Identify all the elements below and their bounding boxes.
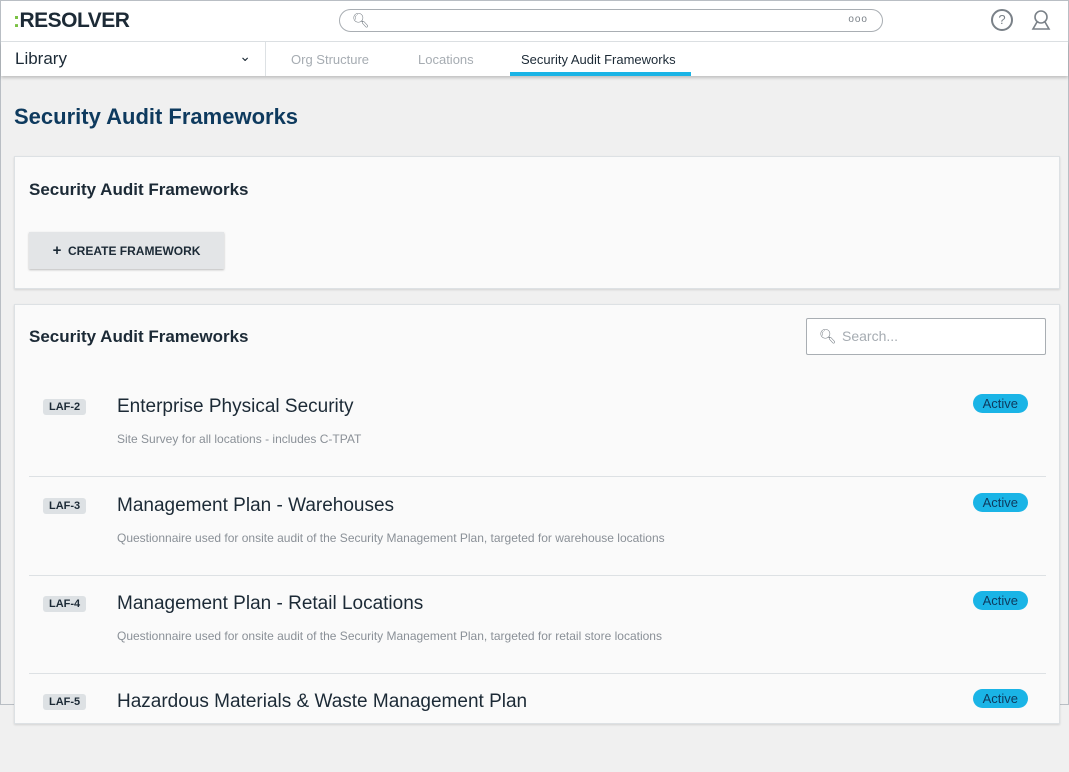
id-badge: LAF-4: [43, 596, 87, 612]
status-badge: Active: [972, 493, 1028, 512]
list-item[interactable]: LAF-2 Enterprise Physical Security Site …: [29, 379, 1046, 477]
card-title: Security Audit Frameworks: [29, 327, 249, 346]
id-badge: LAF-3: [43, 498, 87, 514]
item-description: Questionnaire used for onsite audit of t…: [117, 531, 665, 545]
status-badge: Active: [972, 394, 1028, 413]
item-title[interactable]: Hazardous Materials & Waste Management P…: [117, 691, 527, 713]
status-badge: Active: [972, 591, 1028, 610]
library-dropdown[interactable]: Library ⌄: [1, 42, 266, 76]
item-description: Questionnaire used for onsite audit of t…: [117, 629, 662, 643]
list-item[interactable]: LAF-4 Management Plan - Retail Locations…: [29, 576, 1046, 674]
more-options-icon[interactable]: ooo: [848, 14, 868, 25]
tab-locations[interactable]: Locations: [418, 52, 474, 67]
frameworks-list-card: Security Audit Frameworks 🔍︎ Search... L…: [14, 304, 1060, 724]
plus-icon: +: [52, 242, 62, 259]
library-label: Library: [15, 49, 67, 68]
create-card: Security Audit Frameworks + CREATE FRAME…: [14, 156, 1060, 289]
item-title[interactable]: Management Plan - Retail Locations: [117, 593, 423, 615]
resolver-logo[interactable]: :RESOLVER: [13, 9, 130, 33]
help-icon[interactable]: ?: [991, 9, 1013, 31]
item-description: Site Survey for all locations - includes…: [117, 432, 362, 446]
active-tab-indicator: [510, 72, 691, 76]
tab-org-structure[interactable]: Org Structure: [291, 52, 369, 67]
global-search[interactable]: 🔍︎ ooo: [339, 9, 883, 32]
user-profile-icon[interactable]: [1030, 9, 1052, 31]
tab-security-audit-frameworks[interactable]: Security Audit Frameworks: [521, 52, 676, 67]
list-search-input[interactable]: 🔍︎ Search...: [806, 318, 1046, 355]
create-framework-button[interactable]: + CREATE FRAMEWORK: [29, 232, 224, 269]
search-icon: 🔍︎: [352, 12, 370, 28]
top-bar: :RESOLVER 🔍︎ ooo ?: [1, 1, 1068, 42]
search-icon: 🔍︎: [819, 328, 837, 344]
status-badge: Active: [972, 689, 1028, 708]
nav-bar: Library ⌄ Org Structure Locations Securi…: [1, 42, 1068, 76]
logo-text: RESOLVER: [19, 9, 130, 32]
search-placeholder: Search...: [842, 328, 899, 344]
item-title[interactable]: Enterprise Physical Security: [117, 396, 354, 418]
id-badge: LAF-2: [43, 399, 87, 415]
button-label: CREATE FRAMEWORK: [68, 244, 201, 258]
list-item[interactable]: LAF-3 Management Plan - Warehouses Quest…: [29, 478, 1046, 576]
item-title[interactable]: Management Plan - Warehouses: [117, 495, 394, 517]
card-title: Security Audit Frameworks: [29, 180, 249, 199]
page-title: Security Audit Frameworks: [14, 104, 299, 129]
chevron-down-icon: ⌄: [239, 48, 251, 64]
list-item[interactable]: LAF-5 Hazardous Materials & Waste Manage…: [29, 674, 1046, 772]
id-badge: LAF-5: [43, 694, 87, 710]
